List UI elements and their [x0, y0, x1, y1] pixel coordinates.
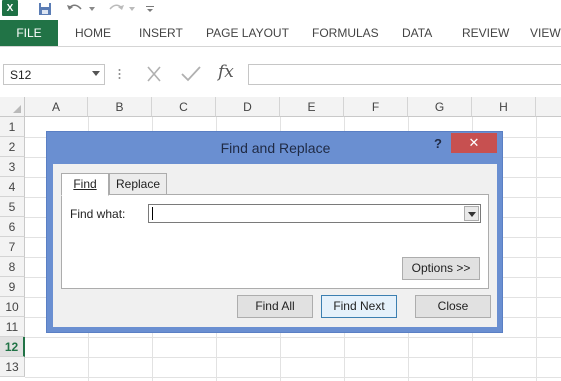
row-header-8[interactable]: 8	[0, 257, 25, 277]
quick-access-toolbar: X	[0, 0, 561, 20]
select-all-corner[interactable]	[0, 97, 25, 117]
text-caret	[152, 207, 153, 220]
row-header-11[interactable]: 11	[0, 317, 25, 337]
column-header-g[interactable]: G	[408, 97, 472, 117]
find-what-combobox[interactable]	[148, 204, 481, 223]
row-header-9[interactable]: 9	[0, 277, 25, 297]
name-box-value: S12	[10, 68, 32, 82]
close-button[interactable]: Close	[415, 295, 491, 318]
ribbon-tabs: FILE HOME INSERT PAGE LAYOUT FORMULAS DA…	[0, 20, 561, 46]
row-header-12[interactable]: 12	[0, 337, 25, 357]
column-header-d[interactable]: D	[216, 97, 280, 117]
dialog-body: Find Replace Find what: Options >> Find …	[53, 164, 497, 327]
find-next-button[interactable]: Find Next	[321, 295, 397, 318]
tab-find[interactable]: Find	[61, 173, 109, 196]
undo-icon[interactable]	[64, 0, 86, 18]
chevron-down-icon	[468, 212, 476, 217]
excel-logo: X	[2, 0, 18, 16]
column-header-i[interactable]	[536, 97, 561, 117]
row-header-13[interactable]: 13	[0, 357, 25, 377]
row-header-6[interactable]: 6	[0, 217, 25, 237]
formula-input[interactable]	[248, 64, 561, 85]
select-all-icon	[13, 105, 21, 113]
tab-data[interactable]: DATA	[402, 20, 432, 46]
column-header-e[interactable]: E	[280, 97, 344, 117]
save-icon[interactable]	[36, 0, 54, 18]
tab-find-label: Find	[73, 177, 97, 191]
options-button[interactable]: Options >>	[402, 257, 480, 280]
tab-page-layout[interactable]: PAGE LAYOUT	[206, 20, 289, 46]
column-header-a[interactable]: A	[25, 97, 88, 117]
tab-formulas[interactable]: FORMULAS	[312, 20, 379, 46]
tab-review[interactable]: REVIEW	[462, 20, 509, 46]
column-header-c[interactable]: C	[152, 97, 216, 117]
row-header-3[interactable]: 3	[0, 157, 25, 177]
row-header-5[interactable]: 5	[0, 197, 25, 217]
find-tab-panel: Find what: Options >>	[61, 194, 489, 289]
tab-home[interactable]: HOME	[75, 20, 111, 46]
column-header-f[interactable]: F	[344, 97, 408, 117]
row-header-4[interactable]: 4	[0, 177, 25, 197]
name-box-dropdown-icon[interactable]	[92, 71, 100, 76]
row-header-7[interactable]: 7	[0, 237, 25, 257]
find-what-label: Find what:	[70, 207, 126, 221]
grid-line	[25, 377, 561, 378]
ribbon-divider	[0, 46, 561, 47]
find-replace-dialog: Find and Replace ? ✕ Find Replace Find w…	[46, 131, 503, 333]
customize-toolbar-icon[interactable]	[145, 0, 155, 18]
column-header-b[interactable]: B	[88, 97, 152, 117]
redo-icon[interactable]	[105, 0, 127, 18]
tab-file[interactable]: FILE	[0, 20, 58, 46]
undo-dropdown-icon[interactable]	[88, 0, 96, 18]
column-header-h[interactable]: H	[472, 97, 536, 117]
insert-function-icon[interactable]: fx	[218, 62, 240, 84]
tab-insert[interactable]: INSERT	[139, 20, 183, 46]
find-what-dropdown-button[interactable]	[464, 206, 479, 221]
row-header-1[interactable]: 1	[0, 117, 25, 137]
tab-replace[interactable]: Replace	[109, 173, 167, 195]
find-all-button[interactable]: Find All	[237, 295, 313, 318]
enter-icon[interactable]	[180, 65, 202, 83]
formula-bar-grip-icon	[118, 67, 121, 81]
tab-view[interactable]: VIEW	[530, 20, 561, 46]
row-header-2[interactable]: 2	[0, 137, 25, 157]
cancel-icon[interactable]	[144, 65, 164, 83]
name-box[interactable]: S12	[3, 64, 105, 85]
grid-line	[25, 357, 561, 358]
close-icon[interactable]: ✕	[451, 133, 497, 153]
redo-dropdown-icon[interactable]	[128, 0, 136, 18]
grid-line	[25, 337, 561, 338]
formula-bar: S12 fx	[0, 56, 561, 92]
row-header-10[interactable]: 10	[0, 297, 25, 317]
help-icon[interactable]: ?	[431, 136, 445, 152]
